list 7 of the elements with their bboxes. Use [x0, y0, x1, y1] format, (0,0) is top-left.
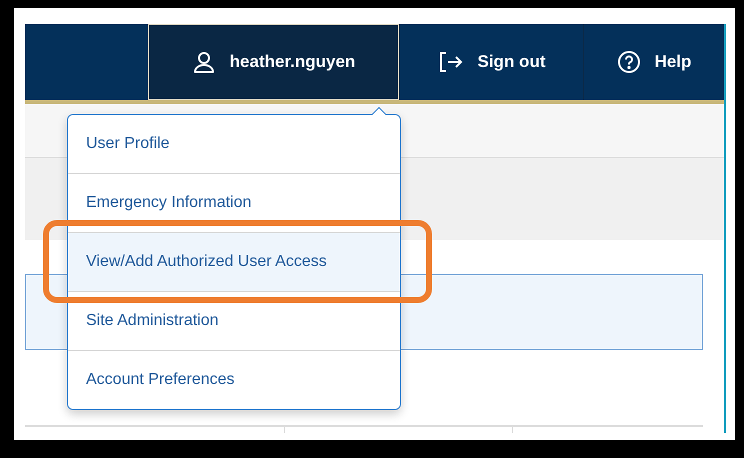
- nav-button[interactable]: heather.nguyen: [148, 24, 399, 100]
- menu-item[interactable]: User Profile: [68, 115, 400, 173]
- menu-item[interactable]: View/Add Authorized User Access: [68, 233, 400, 291]
- help-icon: [616, 50, 641, 74]
- menu-item[interactable]: Account Preferences: [68, 351, 400, 409]
- user-icon: [192, 50, 216, 74]
- sign-out-icon: [438, 51, 464, 73]
